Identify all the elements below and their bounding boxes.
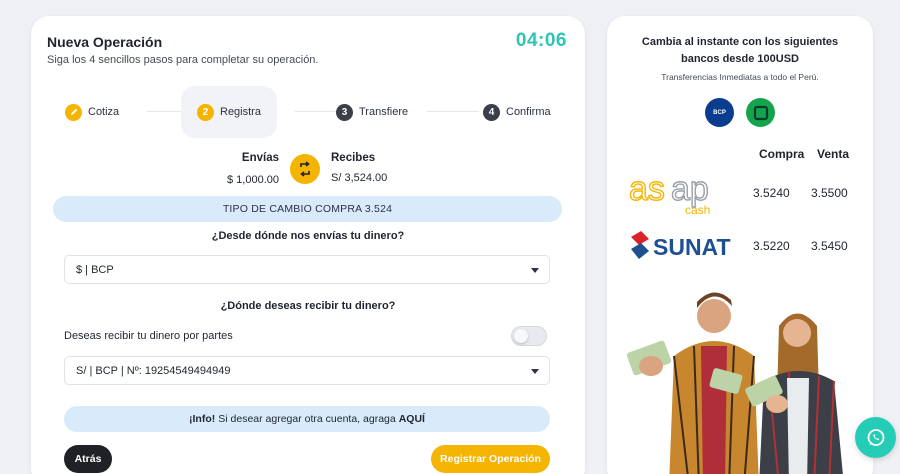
partial-payment-toggle[interactable] (511, 326, 547, 346)
send-amount-column: $ 1,000.00 (221, 174, 279, 186)
bcp-logo-text: BCP (713, 109, 726, 116)
whatsapp-chat-button[interactable] (855, 417, 896, 458)
step-number: 4 (483, 103, 500, 121)
asap-sell-rate: 3.5500 (811, 186, 848, 200)
page-subtitle: Siga los 4 sencillos pasos para completa… (47, 54, 319, 66)
sunat-sell-rate: 3.5450 (811, 239, 848, 253)
partial-payment-row: Deseas recibir tu dinero por partes (64, 326, 550, 346)
interbank-icon (753, 105, 768, 120)
chevron-down-icon (531, 369, 539, 374)
col-buy-header: Compra (759, 147, 805, 161)
step-registra[interactable]: 2 Registra (181, 86, 277, 138)
svg-text:SUNAT: SUNAT (653, 234, 731, 260)
rate-row-sunat: SUNAT 3.5220 3.5450 (607, 223, 873, 269)
info-text: Si desear agregar otra cuenta, agraga (218, 413, 396, 425)
swap-arrows-icon (300, 161, 310, 177)
send-column: Envías (227, 152, 279, 164)
step-connector (427, 111, 479, 112)
from-question: ¿Desde dónde nos envías tu dinero? (211, 230, 405, 242)
banks-heading-text: Cambia al instante con los siguientes ba… (641, 36, 839, 65)
send-label: Envías (241, 152, 279, 164)
exchange-summary: Envías $ 1,000.00 Recibes S/ 3,524.00 (31, 152, 585, 192)
add-account-link[interactable]: AQUÍ (399, 413, 425, 425)
partial-payment-label: Deseas recibir tu dinero por partes (64, 330, 233, 342)
receive-label: Recibes (331, 152, 376, 164)
svg-text:cash: cash (685, 203, 710, 216)
asap-buy-rate: 3.5240 (753, 186, 790, 200)
register-operation-button[interactable]: Registrar Operación (431, 445, 550, 473)
to-question: ¿Dónde deseas recibir tu dinero? (220, 300, 396, 312)
chevron-down-icon (531, 268, 539, 273)
toggle-knob (514, 329, 528, 343)
receive-amount: S/ 3,524.00 (331, 172, 388, 184)
countdown-timer: 04:06 (515, 30, 567, 51)
to-account-value: S/ | BCP | Nº: 19254549494949 (76, 364, 231, 377)
step-connector (295, 111, 339, 112)
step-number: 2 (197, 103, 214, 121)
to-account-select[interactable]: S/ | BCP | Nº: 19254549494949 (64, 356, 550, 385)
send-amount: $ 1,000.00 (227, 174, 279, 186)
exchange-rate-banner: TIPO DE CAMBIO COMPRA 3.524 (53, 196, 562, 222)
page-title: Nueva Operación (47, 34, 163, 50)
promo-people-image (626, 292, 843, 474)
asap-cash-logo: as ap cash (629, 170, 710, 216)
sunat-logo: SUNAT (631, 231, 731, 260)
back-button[interactable]: Atrás (64, 445, 112, 473)
step-cotiza[interactable]: Cotiza (65, 86, 119, 138)
step-confirma[interactable]: 4 Confirma (483, 86, 551, 138)
banks-rates-card: Cambia al instante con los siguientes ba… (607, 16, 873, 474)
step-number: 3 (336, 103, 353, 121)
svg-text:as: as (629, 170, 665, 208)
receive-column: Recibes S/ 3,524.00 (331, 152, 387, 184)
from-account-value: $ | BCP (76, 263, 114, 276)
rate-row-asap: as ap cash 3.5240 3.5500 (607, 170, 873, 216)
step-label: Registra (220, 106, 261, 118)
info-banner: ¡Info! Si desear agregar otra cuenta, ag… (64, 406, 550, 432)
bcp-logo: BCP (705, 98, 734, 127)
pencil-icon (65, 103, 82, 121)
from-account-select[interactable]: $ | BCP (64, 255, 550, 284)
new-operation-card: Nueva Operación Siga los 4 sencillos pas… (31, 16, 585, 474)
col-sell-header: Venta (817, 147, 850, 161)
banks-heading: Cambia al instante con los siguientes ba… (607, 34, 873, 68)
banks-subheading: Transferencias Inmediatas a todo el Perú… (661, 72, 819, 82)
swap-button[interactable] (290, 154, 320, 184)
info-prefix: ¡Info! (189, 413, 216, 425)
step-transfiere[interactable]: 3 Transfiere (336, 86, 408, 138)
stepper: Cotiza 2 Registra 3 Transfiere 4 Confirm… (47, 86, 567, 138)
interbank-logo (746, 98, 775, 127)
whatsapp-icon (867, 428, 884, 446)
step-label: Transfiere (359, 106, 409, 118)
step-label: Cotiza (88, 106, 120, 118)
sunat-buy-rate: 3.5220 (753, 239, 790, 253)
step-label: Confirma (506, 106, 551, 118)
